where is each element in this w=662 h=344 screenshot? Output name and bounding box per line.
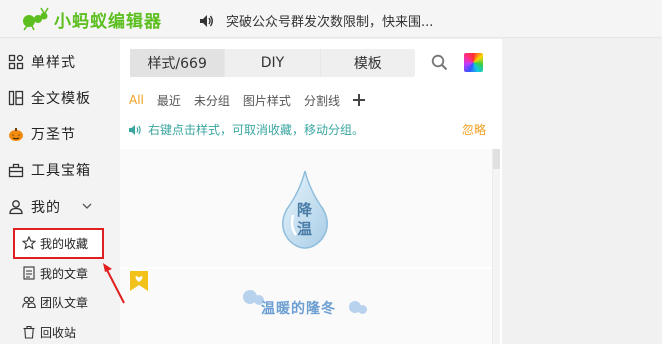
style-panel: 样式/669 DIY 模板 All 最近 未分组 图片样式 分割线 右键点击样式… [120,39,502,344]
filter-ungrouped[interactable]: 未分组 [194,92,230,109]
document-icon [23,266,35,280]
tab-styles[interactable]: 样式/669 [130,49,225,77]
filter-all[interactable]: All [129,93,144,107]
sidebar-subitem-label: 我的文章 [40,267,89,281]
app-logo[interactable]: 小蚂蚁编辑器 [20,7,162,32]
sidebar-item-label: 万圣节 [31,127,76,143]
scrollbar-thumb[interactable] [493,149,500,169]
filter-divider[interactable]: 分割线 [304,92,340,109]
card-text-line2: 温 [297,220,313,238]
star-icon [22,236,36,250]
sidebar-item-label: 我的 [31,200,61,216]
speaker-icon [129,124,141,135]
bookmark-icon[interactable] [130,271,148,291]
sidebar-subitem-trash[interactable]: 回收站 [0,318,120,344]
panel-tabs: 样式/669 DIY 模板 [130,49,415,77]
tip-text: 右键点击样式，可取消收藏，移动分组。 [148,123,365,137]
tip-bar: 右键点击样式，可取消收藏，移动分组。 [128,121,364,138]
chevron-down-icon [82,203,92,209]
sidebar-item-label: 全文模板 [31,91,91,107]
sidebar-item-full-template[interactable]: 全文模板 [0,80,120,116]
color-palette-icon[interactable] [464,53,483,72]
user-icon [9,200,23,215]
filter-image-style[interactable]: 图片样式 [243,92,291,109]
cloud-decoration [358,305,367,314]
trash-icon [23,325,35,339]
filter-bar: All 最近 未分组 图片样式 分割线 [129,92,365,108]
speaker-icon [200,14,213,27]
layout-icon [8,90,24,106]
card-text: 温暖的隆冬 [261,301,336,317]
sidebar-item-label: 单样式 [31,55,76,71]
tab-diy[interactable]: DIY [224,49,319,77]
search-icon[interactable] [431,54,448,71]
ignore-link[interactable]: 忽略 [462,121,486,138]
sidebar-subitem-label: 回收站 [40,326,77,340]
sidebar-subitem-label: 团队文章 [40,296,89,310]
sidebar-subitem-favorites[interactable]: 我的收藏 [0,229,120,257]
add-group-icon[interactable] [352,94,365,106]
card-text-line1: 降 [297,201,313,219]
sidebar-item-mine[interactable]: 我的 [0,189,120,225]
grid-icon [8,54,24,70]
logo-text: 小蚂蚁编辑器 [54,11,162,32]
pumpkin-icon [9,128,23,141]
scrollbar-track[interactable] [492,149,500,344]
team-icon [22,296,36,309]
toolbox-icon [8,163,24,178]
notice-text: 突破公众号群发次数限制，快来围... [226,15,434,30]
tab-templates[interactable]: 模板 [319,49,415,77]
red-arrow-annotation [103,263,125,304]
filter-recent[interactable]: 最近 [157,92,181,109]
sidebar-item-toolbox[interactable]: 工具宝箱 [0,152,120,188]
sidebar-subitem-label: 我的收藏 [40,237,89,251]
sidebar-item-single-style[interactable]: 单样式 [0,44,120,80]
top-header: 小蚂蚁编辑器 突破公众号群发次数限制，快来围... [0,0,662,38]
editor-area[interactable] [502,39,662,344]
sidebar-item-halloween[interactable]: 万圣节 [0,116,120,152]
ant-logo-icon [23,7,49,31]
sidebar-item-label: 工具宝箱 [31,163,91,179]
notice-bar[interactable]: 突破公众号群发次数限制，快来围... [198,11,433,30]
